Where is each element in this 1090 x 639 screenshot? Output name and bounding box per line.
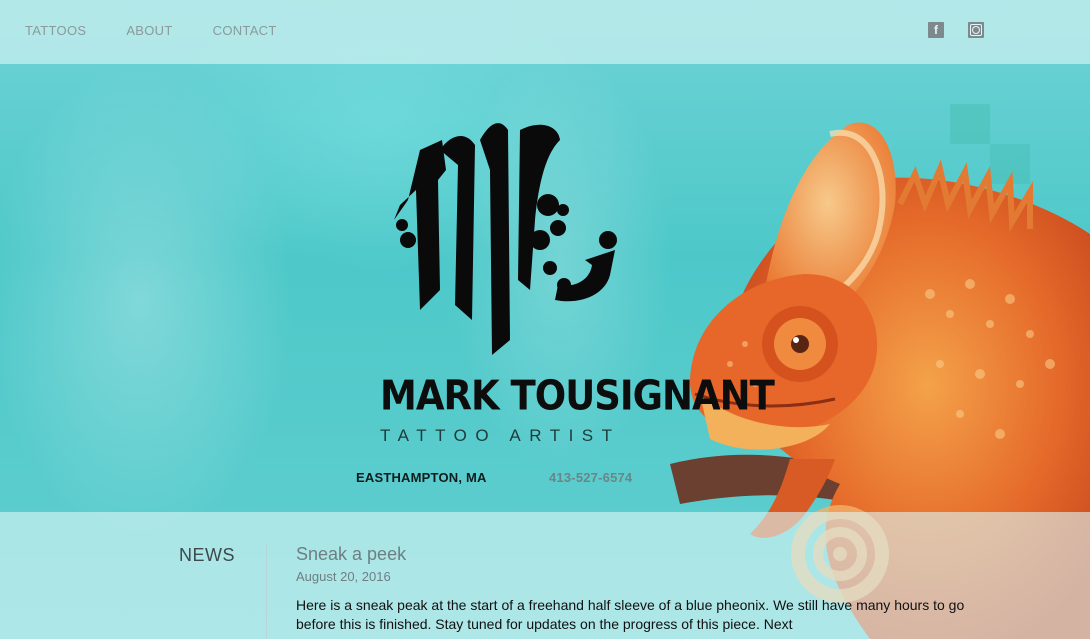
instagram-icon[interactable] xyxy=(968,22,984,38)
news-divider xyxy=(266,543,267,639)
top-nav-bar: TATTOOS ABOUT CONTACT f xyxy=(0,0,1090,64)
nav-contact[interactable]: CONTACT xyxy=(213,23,277,38)
nav-about[interactable]: ABOUT xyxy=(126,23,172,38)
post-title[interactable]: Sneak a peek xyxy=(296,544,406,565)
brand-tagline: TATTOO ARTIST xyxy=(380,426,621,445)
facebook-icon[interactable]: f xyxy=(928,22,944,38)
social-links: f xyxy=(928,22,984,38)
news-heading: NEWS xyxy=(179,545,235,565)
brand-name: MARK TOUSIGNANT xyxy=(380,372,775,420)
nav-tattoos[interactable]: TATTOOS xyxy=(25,23,86,38)
phone-number[interactable]: 413-527-6574 xyxy=(549,470,632,485)
location-text: EASTHAMPTON, MA xyxy=(356,470,487,485)
mt-monogram-logo xyxy=(394,123,617,355)
main-nav: TATTOOS ABOUT CONTACT xyxy=(25,23,277,38)
post-body: Here is a sneak peak at the start of a f… xyxy=(296,597,965,632)
post-date: August 20, 2016 xyxy=(296,569,391,584)
